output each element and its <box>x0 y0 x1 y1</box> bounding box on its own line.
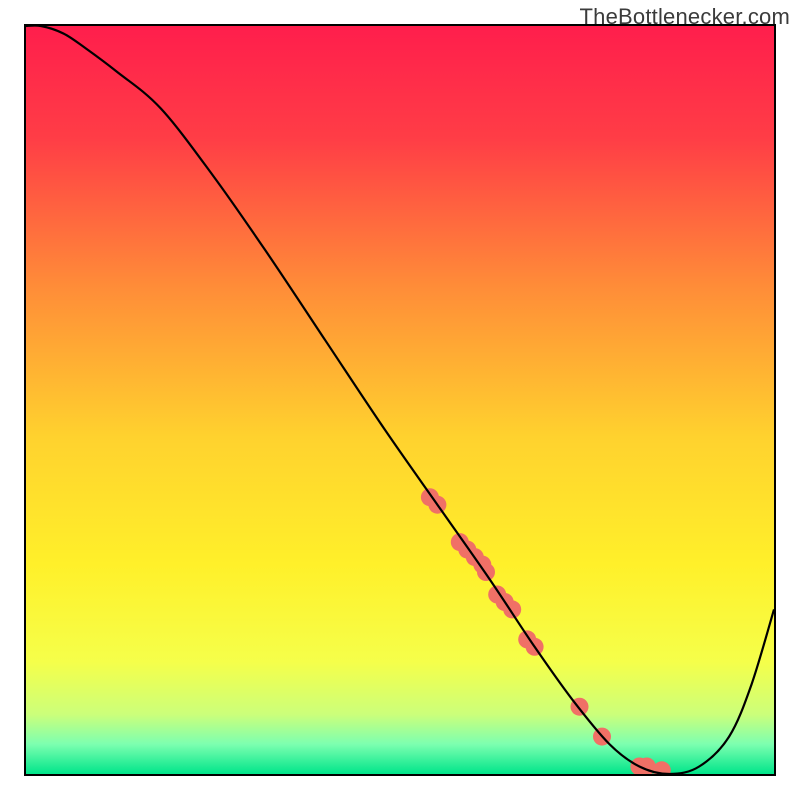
watermark-text: TheBottlenecker.com <box>580 4 790 30</box>
bottleneck-curve <box>26 26 774 774</box>
chart-frame: TheBottlenecker.com <box>0 0 800 800</box>
chart-svg <box>26 26 774 774</box>
plot-area <box>26 26 774 774</box>
data-markers <box>421 488 671 774</box>
